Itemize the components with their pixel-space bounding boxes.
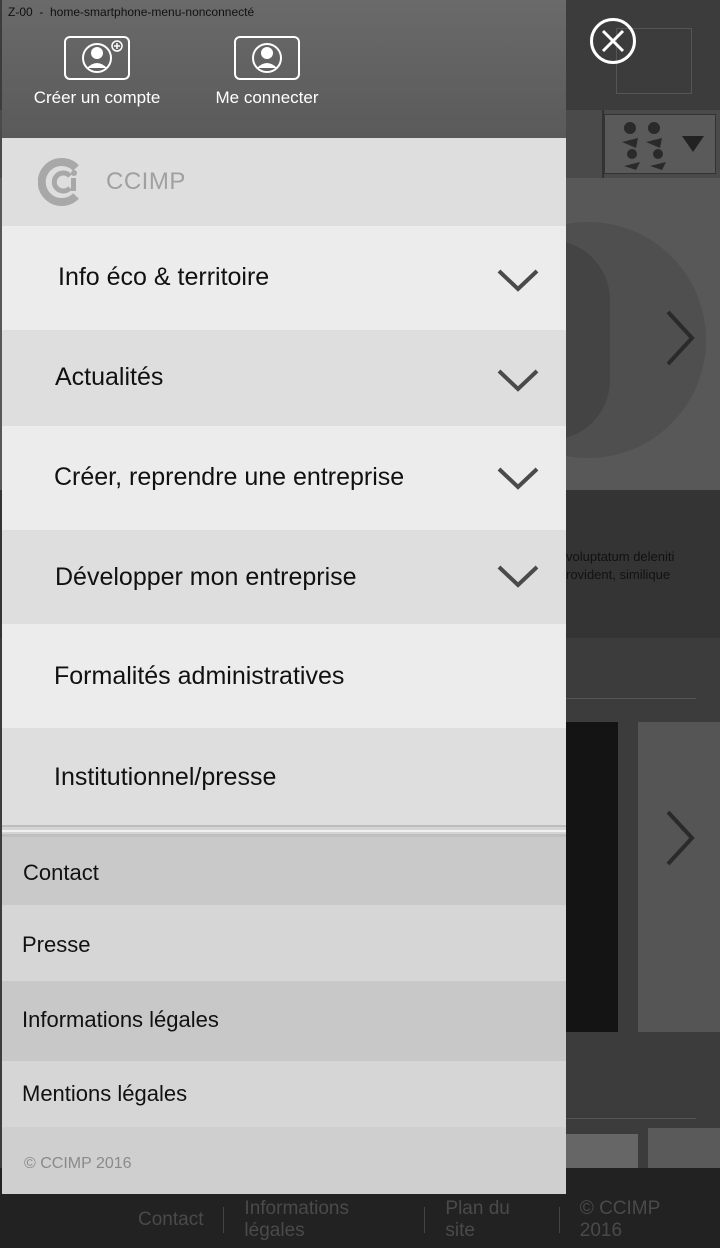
background-photo [566,722,618,1032]
create-account-button[interactable]: Créer un compte [22,36,172,108]
page-code-label: Z-00 - home-smartphone-menu-nonconnecté [8,5,255,19]
link-label: Presse [22,932,91,957]
menu-item-label: Formalités administratives [54,662,345,690]
menu-item-label: Développer mon entreprise [55,563,357,591]
close-menu-button[interactable] [590,18,636,64]
ccimp-logo-icon [38,158,79,206]
menu-item-institutionnel[interactable]: Institutionnel/presse [2,728,566,825]
background-footer-links: Contact Informations légales Plan du sit… [138,1198,660,1241]
create-account-label: Créer un compte [33,88,161,107]
login-button[interactable]: Me connecter [192,36,342,108]
menu-divider [2,825,566,837]
close-icon [601,29,625,53]
menu-item-creer-entreprise[interactable]: Créer, reprendre une entreprise [2,426,566,530]
menu-item-label: Actualités [55,363,164,391]
background-news-text: voluptatum deleniti rovident, similique [566,549,675,582]
login-label: Me connecter [215,88,319,107]
brand-row[interactable]: CCIMP [2,138,566,226]
link-contact[interactable]: Contact [2,837,566,905]
menu-item-info-eco[interactable]: Info éco & territoire [2,226,566,330]
brand-name: CCIMP [106,168,186,195]
chevron-down-icon [497,467,539,490]
chevron-down-icon [497,565,539,588]
copyright-row: © CCIMP 2016 [2,1127,566,1194]
link-presse[interactable]: Presse [2,905,566,981]
link-label: Mentions légales [22,1081,188,1106]
menu-item-actualites[interactable]: Actualités [2,330,566,426]
chevron-down-icon [497,269,539,292]
copyright-text: © CCIMP 2016 [24,1155,132,1172]
people-icon [616,118,676,170]
link-label: Informations légales [22,1007,219,1032]
navigation-drawer: Z-00 - home-smartphone-menu-nonconnecté … [2,0,566,1194]
menu-item-formalites[interactable]: Formalités administratives [2,624,566,728]
menu-item-label: Créer, reprendre une entreprise [54,463,405,491]
drawer-header: Z-00 - home-smartphone-menu-nonconnecté … [2,0,566,138]
link-label: Contact [23,860,99,885]
chevron-right-icon [666,810,695,866]
chevron-down-icon [497,369,539,392]
chevron-right-icon [666,310,695,366]
caret-down-icon [682,136,704,152]
add-user-icon [64,36,130,80]
menu-item-developper-entreprise[interactable]: Développer mon entreprise [2,530,566,624]
menu-item-label: Info éco & territoire [58,263,270,291]
menu-item-label: Institutionnel/presse [54,763,277,791]
user-icon [234,36,300,80]
background-card [638,722,720,1032]
link-mentions-legales[interactable]: Mentions légales [2,1061,566,1127]
link-informations-legales[interactable]: Informations légales [2,981,566,1061]
